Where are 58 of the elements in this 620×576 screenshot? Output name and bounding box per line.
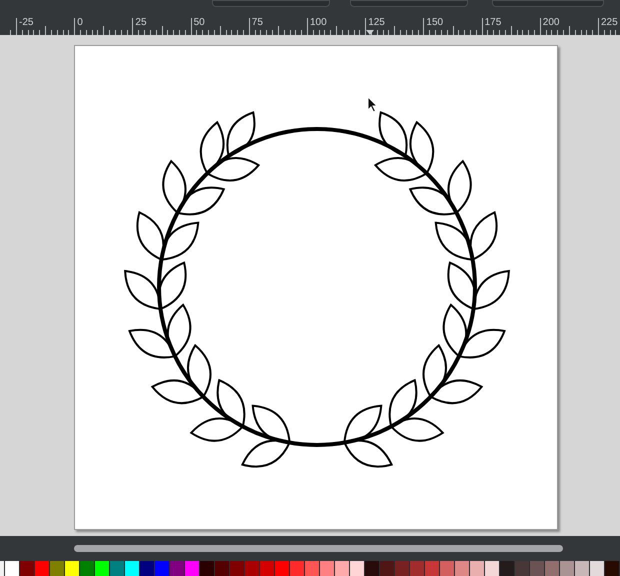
color-swatch[interactable] bbox=[20, 561, 35, 576]
ruler-label: 125 bbox=[368, 17, 385, 28]
color-swatch[interactable] bbox=[275, 561, 290, 576]
ruler-label: 75 bbox=[252, 17, 263, 28]
ruler-label: 50 bbox=[194, 17, 205, 28]
pointer-position-marker bbox=[366, 30, 374, 35]
color-swatch[interactable] bbox=[485, 561, 500, 576]
color-swatch[interactable] bbox=[200, 561, 215, 576]
color-swatch[interactable] bbox=[185, 561, 200, 576]
toolbar-field[interactable] bbox=[492, 0, 604, 7]
color-swatch[interactable] bbox=[575, 561, 590, 576]
color-swatch[interactable] bbox=[455, 561, 470, 576]
color-swatch[interactable] bbox=[125, 561, 140, 576]
color-swatch[interactable] bbox=[590, 561, 605, 576]
color-swatch[interactable] bbox=[155, 561, 170, 576]
color-swatch[interactable] bbox=[515, 561, 530, 576]
color-swatch[interactable] bbox=[605, 561, 620, 576]
color-swatch[interactable] bbox=[530, 561, 545, 576]
color-swatch[interactable] bbox=[350, 561, 365, 576]
toolbar-field[interactable] bbox=[212, 0, 330, 7]
ruler-label: 200 bbox=[542, 17, 560, 28]
color-swatch[interactable] bbox=[215, 561, 230, 576]
color-swatch[interactable] bbox=[305, 561, 320, 576]
ruler-label: 25 bbox=[135, 17, 147, 28]
ruler-label: 175 bbox=[484, 17, 502, 28]
ruler-label: 100 bbox=[310, 17, 327, 28]
color-swatch[interactable] bbox=[320, 561, 335, 576]
ruler-label: 150 bbox=[426, 17, 444, 28]
color-swatch[interactable] bbox=[560, 561, 575, 576]
color-swatch[interactable] bbox=[500, 561, 515, 576]
color-swatch[interactable] bbox=[395, 561, 410, 576]
color-swatch[interactable] bbox=[470, 561, 485, 576]
color-swatch[interactable] bbox=[230, 561, 245, 576]
color-swatch[interactable] bbox=[65, 561, 80, 576]
color-swatch[interactable] bbox=[365, 561, 380, 576]
color-swatch[interactable] bbox=[245, 561, 260, 576]
color-swatch[interactable] bbox=[35, 561, 50, 576]
color-swatch[interactable] bbox=[380, 561, 395, 576]
ruler-label: -25 bbox=[19, 17, 34, 28]
color-swatch[interactable] bbox=[95, 561, 110, 576]
horizontal-scrollbar[interactable] bbox=[74, 545, 563, 552]
mouse-pointer-icon bbox=[367, 96, 378, 113]
ruler-label: 0 bbox=[77, 17, 83, 28]
color-swatch[interactable] bbox=[410, 561, 425, 576]
color-swatch[interactable] bbox=[290, 561, 305, 576]
color-swatch[interactable] bbox=[170, 561, 185, 576]
color-swatch[interactable] bbox=[440, 561, 455, 576]
color-swatch[interactable] bbox=[140, 561, 155, 576]
color-swatch[interactable] bbox=[425, 561, 440, 576]
color-swatch[interactable] bbox=[80, 561, 95, 576]
toolbar-field[interactable] bbox=[350, 0, 468, 7]
color-swatch[interactable] bbox=[50, 561, 65, 576]
color-swatch[interactable] bbox=[260, 561, 275, 576]
color-swatch[interactable] bbox=[110, 561, 125, 576]
color-swatch[interactable] bbox=[545, 561, 560, 576]
color-swatch[interactable] bbox=[5, 561, 20, 576]
color-swatch[interactable] bbox=[335, 561, 350, 576]
ruler-label: 225 bbox=[601, 17, 618, 28]
